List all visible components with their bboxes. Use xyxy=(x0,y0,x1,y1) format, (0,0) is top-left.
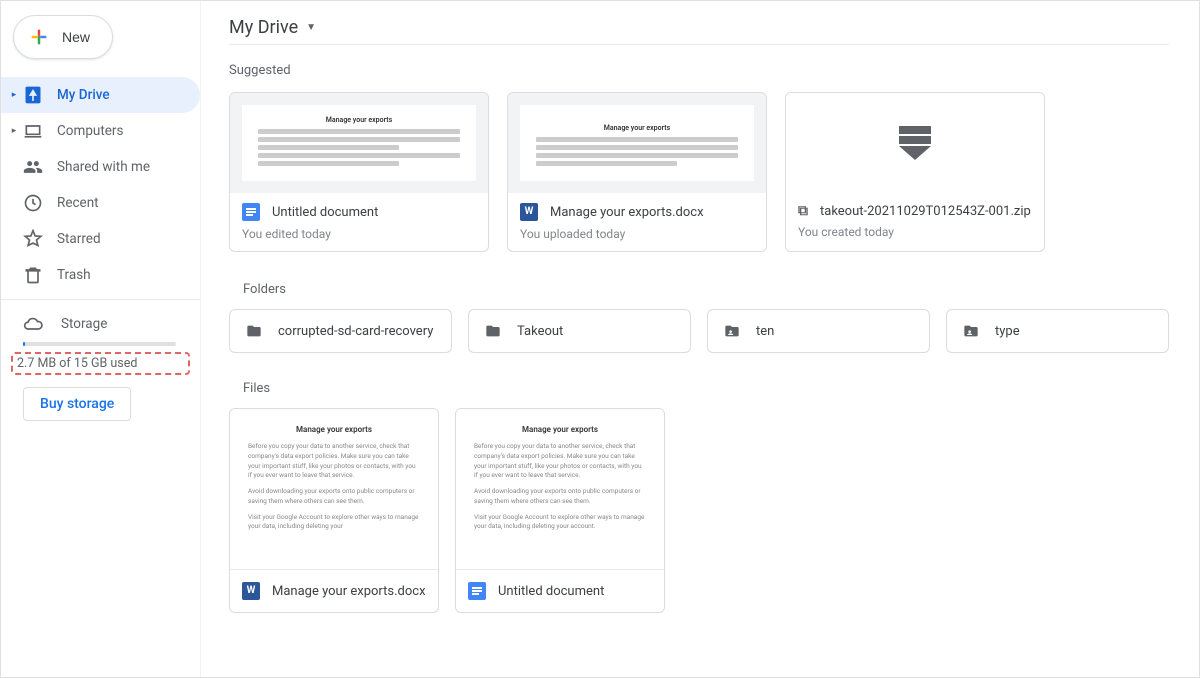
word-icon: W xyxy=(242,582,260,600)
preview-thumbnail xyxy=(786,93,1044,193)
expand-icon: ▸ xyxy=(9,90,19,100)
storage-usage-highlight: 2.7 MB of 15 GB used xyxy=(11,352,190,375)
file-name: Untitled document xyxy=(272,205,378,220)
folder-icon xyxy=(483,323,503,339)
folder-card[interactable]: ten xyxy=(707,309,930,353)
sidebar-item-shared[interactable]: Shared with me xyxy=(1,149,200,185)
drive-icon xyxy=(23,85,43,105)
section-folders-title: Folders xyxy=(243,282,1169,297)
file-name: Manage your exports.docx xyxy=(272,584,426,599)
word-icon: W xyxy=(520,203,538,221)
file-name: Untitled document xyxy=(498,584,604,599)
sidebar-item-label: My Drive xyxy=(57,87,110,103)
computers-icon xyxy=(23,121,43,141)
sidebar-item-recent[interactable]: Recent xyxy=(1,185,200,221)
chevron-down-icon: ▼ xyxy=(306,22,316,33)
folder-card[interactable]: Takeout xyxy=(468,309,691,353)
main-content: My Drive ▼ Suggested Manage your exports… xyxy=(201,1,1199,677)
people-icon xyxy=(23,157,43,177)
download-icon xyxy=(899,126,931,160)
new-button-label: New xyxy=(62,29,90,45)
docs-icon xyxy=(468,582,486,600)
section-suggested-title: Suggested xyxy=(229,63,1169,78)
storage-progress-bar xyxy=(23,342,176,346)
file-subtitle: You created today xyxy=(798,225,1032,239)
suggested-card[interactable]: Manage your exports W Manage your export… xyxy=(507,92,767,252)
file-card[interactable]: Manage your exports Before you copy your… xyxy=(229,408,439,613)
sidebar-item-computers[interactable]: ▸ Computers xyxy=(1,113,200,149)
docs-icon xyxy=(242,203,260,221)
sidebar-item-storage[interactable]: Storage xyxy=(1,306,200,342)
file-subtitle: You uploaded today xyxy=(520,227,754,241)
sidebar-item-my-drive[interactable]: ▸ My Drive xyxy=(1,77,200,113)
shared-folder-icon xyxy=(961,323,981,339)
suggested-card[interactable]: ⧉ takeout-20211029T012543Z-001.zip You c… xyxy=(785,92,1045,252)
file-name: Manage your exports.docx xyxy=(550,205,704,220)
folder-name: type xyxy=(995,324,1020,339)
folder-name: ten xyxy=(756,324,774,339)
shared-folder-icon xyxy=(722,323,742,339)
divider xyxy=(1,299,200,300)
folder-name: corrupted-sd-card-recovery xyxy=(278,324,433,339)
preview-thumbnail: Manage your exports Before you copy your… xyxy=(456,409,664,569)
new-button[interactable]: New xyxy=(13,15,113,59)
suggested-card[interactable]: Manage your exports Untitled document Yo… xyxy=(229,92,489,252)
sidebar-item-label: Computers xyxy=(57,123,123,139)
star-icon xyxy=(23,229,43,249)
sidebar-item-starred[interactable]: Starred xyxy=(1,221,200,257)
section-files-title: Files xyxy=(243,381,1169,396)
file-name: takeout-20211029T012543Z-001.zip xyxy=(820,204,1031,219)
plus-icon xyxy=(28,26,50,48)
folder-card[interactable]: corrupted-sd-card-recovery xyxy=(229,309,452,353)
trash-icon xyxy=(23,265,43,285)
sidebar-item-label: Recent xyxy=(57,195,99,211)
expand-icon: ▸ xyxy=(9,126,19,136)
preview-thumbnail: Manage your exports xyxy=(230,93,488,193)
file-subtitle: You edited today xyxy=(242,227,476,241)
folder-name: Takeout xyxy=(517,324,563,339)
breadcrumb-label: My Drive xyxy=(229,17,298,38)
sidebar-item-label: Storage xyxy=(61,316,107,332)
storage-usage-text: 2.7 MB of 15 GB used xyxy=(17,356,184,371)
sidebar-item-trash[interactable]: Trash xyxy=(1,257,200,293)
breadcrumb[interactable]: My Drive ▼ xyxy=(229,11,1169,45)
clock-icon xyxy=(23,193,43,213)
cloud-icon xyxy=(23,314,43,334)
file-card[interactable]: Manage your exports Before you copy your… xyxy=(455,408,665,613)
sidebar-item-label: Starred xyxy=(57,231,101,247)
folder-icon xyxy=(244,323,264,339)
sidebar-item-label: Trash xyxy=(57,267,91,283)
buy-storage-button[interactable]: Buy storage xyxy=(23,387,131,421)
preview-thumbnail: Manage your exports Before you copy your… xyxy=(230,409,438,569)
sidebar-item-label: Shared with me xyxy=(57,159,150,175)
folder-card[interactable]: type xyxy=(946,309,1169,353)
sidebar: New ▸ My Drive ▸ Computers Shared with m… xyxy=(1,1,201,677)
preview-thumbnail: Manage your exports xyxy=(508,93,766,193)
zip-icon: ⧉ xyxy=(798,203,808,219)
